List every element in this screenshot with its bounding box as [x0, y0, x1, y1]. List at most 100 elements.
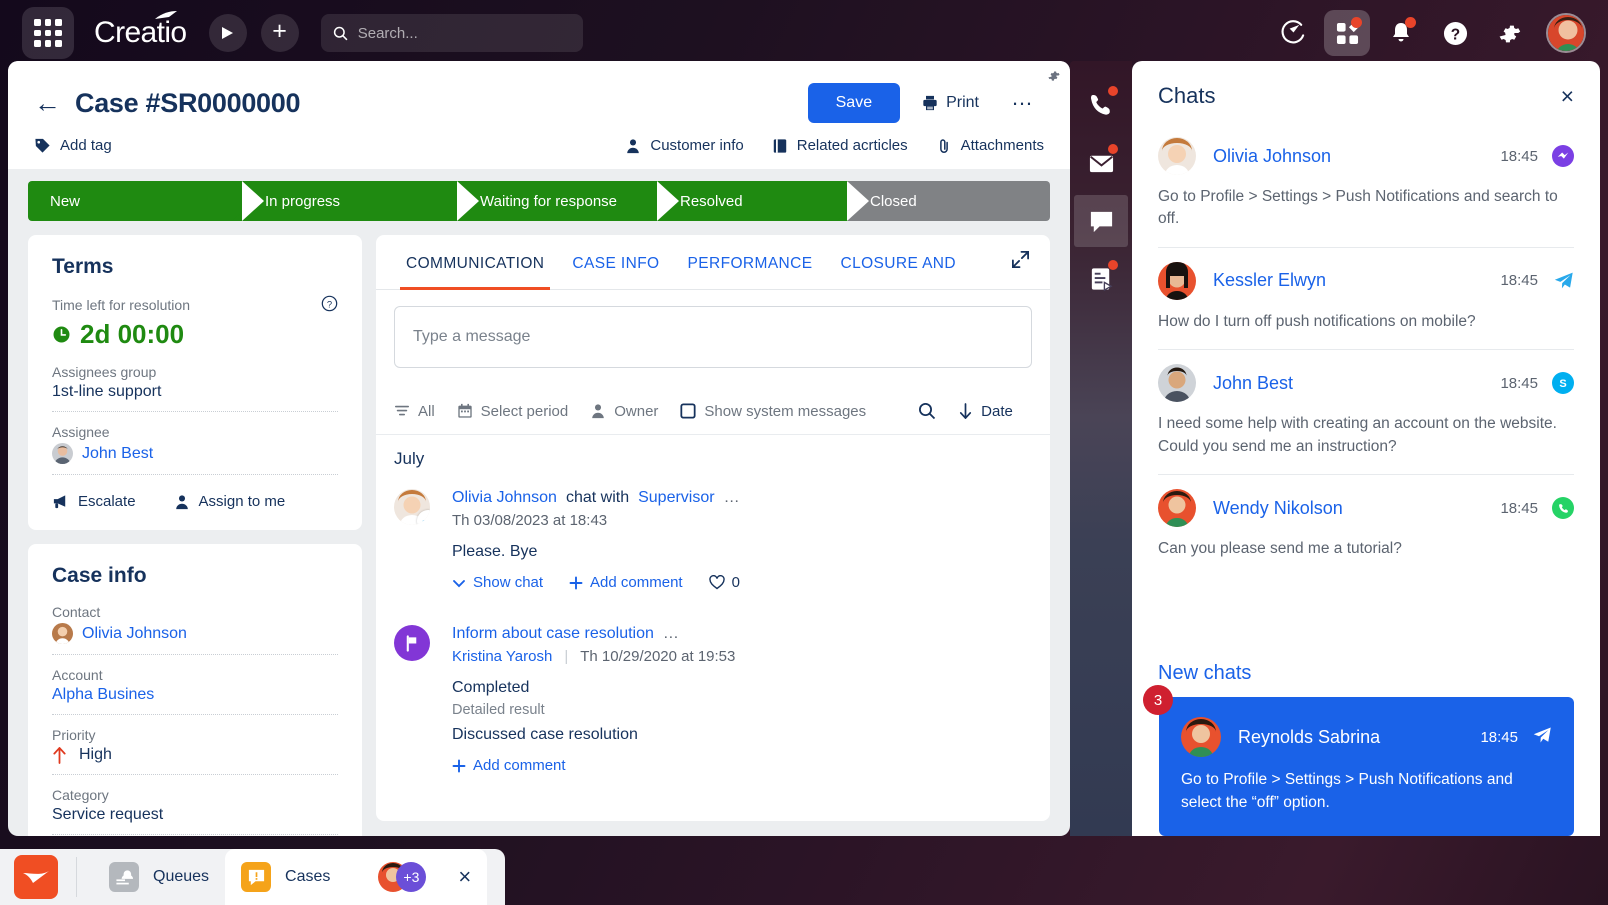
taskbar-avatars[interactable]: +3	[378, 862, 427, 892]
customer-info-link[interactable]: Customer info	[625, 137, 744, 154]
assign-to-me-button[interactable]: Assign to me	[174, 493, 285, 510]
person-icon	[592, 404, 605, 419]
chat-list-item[interactable]: Kessler Elwyn 18:45 How do I turn off pu…	[1158, 248, 1574, 351]
time-left-label: Time left for resolution	[52, 296, 190, 313]
search-input[interactable]	[357, 24, 571, 42]
print-button[interactable]: Print	[910, 86, 991, 120]
account-value[interactable]: Alpha Busines	[52, 686, 338, 714]
chat-list-item[interactable]: Olivia Johnson 18:45 Go to Profile > Set…	[1158, 123, 1574, 248]
back-arrow-icon[interactable]: ←	[34, 89, 61, 117]
tab-bar: COMMUNICATION CASE INFO PERFORMANCE CLOS…	[376, 235, 1050, 290]
chat-list-item[interactable]: Wendy Nikolson 18:45 Can you please send…	[1158, 475, 1574, 576]
chat-contact-name[interactable]: Kessler Elwyn	[1213, 270, 1326, 291]
stage-new[interactable]: New	[28, 181, 243, 221]
chat-contact-name[interactable]: Olivia Johnson	[1213, 146, 1331, 167]
feed-sort-date[interactable]: Date	[958, 403, 1013, 420]
gear-icon[interactable]	[1486, 10, 1532, 56]
user-avatar[interactable]	[1546, 13, 1586, 53]
creatio-ai-icon[interactable]	[1270, 10, 1316, 56]
attachments-link[interactable]: Attachments	[936, 137, 1044, 154]
rail-mail-button[interactable]	[1074, 137, 1128, 189]
filter-owner[interactable]: Owner	[590, 403, 658, 420]
entry-more-button[interactable]: …	[724, 489, 741, 507]
customer-info-label: Customer info	[650, 137, 744, 154]
entry-more-button[interactable]: …	[663, 625, 680, 643]
more-actions-button[interactable]: …	[1001, 85, 1044, 121]
phone-icon	[1091, 95, 1110, 115]
chat-message-preview: Go to Profile > Settings > Push Notifica…	[1158, 188, 1558, 228]
related-articles-link[interactable]: Related acrticles	[772, 137, 908, 154]
entry-body: Olivia Johnson chat with Supervisor … Th…	[452, 489, 1032, 591]
stage-in-progress[interactable]: In progress	[243, 181, 458, 221]
feed-month-header: July	[394, 449, 425, 468]
rail-phone-button[interactable]	[1074, 79, 1128, 131]
feed-entry: Inform about case resolution … Kristina …	[394, 625, 1032, 774]
entry-author[interactable]: Olivia Johnson	[452, 489, 557, 507]
taskbar-group: Queues Cases +3 ×	[0, 849, 506, 905]
feed-search-button[interactable]	[918, 402, 936, 420]
queues-icon	[109, 862, 139, 892]
brand-swoosh-icon	[154, 11, 177, 19]
rail-chat-button[interactable]	[1074, 195, 1128, 247]
card-settings-gear-icon[interactable]	[1047, 69, 1060, 87]
like-button[interactable]: 0	[708, 574, 740, 591]
taskbar-close-icon[interactable]: ×	[458, 866, 471, 888]
bell-icon[interactable]	[1378, 10, 1424, 56]
chat-contact-name[interactable]: John Best	[1213, 373, 1293, 394]
chat-list-item[interactable]: John Best 18:45 S I need some help with …	[1158, 350, 1574, 476]
entry-author[interactable]: Kristina Yarosh	[452, 648, 552, 665]
chats-list: Olivia Johnson 18:45 Go to Profile > Set…	[1132, 123, 1600, 648]
like-count: 0	[731, 574, 740, 591]
show-chat-button[interactable]: Show chat	[452, 574, 543, 591]
contact-value-row[interactable]: Olivia Johnson	[52, 623, 338, 654]
taskbar-cases-label: Cases	[285, 868, 331, 885]
help-circle-icon[interactable]: ?	[321, 295, 338, 317]
clock-icon	[53, 326, 70, 343]
rail-script-button[interactable]	[1074, 253, 1128, 305]
new-chat-card[interactable]: 3 Reynolds Sabrina 18:45 Go to Profile >…	[1143, 685, 1574, 836]
entry-title[interactable]: Inform about case resolution	[452, 625, 654, 643]
add-comment-button[interactable]: Add comment	[452, 757, 566, 774]
new-chats-section: New chats 3 Reynolds Sabrina 18:45 Go to…	[1132, 648, 1600, 836]
case-info-title: Case info	[52, 564, 147, 587]
entry-middle-text: chat with	[565, 489, 630, 506]
question-mark-icon: ?	[321, 295, 338, 312]
divider	[52, 411, 338, 412]
tab-closure-and[interactable]: CLOSURE AND	[826, 235, 970, 289]
stage-closed[interactable]: Closed	[848, 181, 1050, 221]
creatio-mark-icon[interactable]	[14, 855, 58, 899]
save-button[interactable]: Save	[807, 83, 901, 123]
apps-grid-icon[interactable]	[22, 7, 74, 59]
assignee-value-row[interactable]: John Best	[52, 443, 338, 474]
expand-icon[interactable]	[1011, 250, 1034, 274]
entry-target[interactable]: Supervisor	[638, 489, 714, 507]
close-icon[interactable]: ×	[1561, 84, 1574, 108]
chat-item-header: Wendy Nikolson 18:45	[1158, 489, 1574, 528]
top-navigation-bar: Creatio + Search... ?	[0, 0, 1608, 66]
time-left-row: Time left for resolution ?	[52, 295, 338, 317]
help-icon[interactable]: ?	[1432, 10, 1478, 56]
tab-case-info[interactable]: CASE INFO	[558, 235, 673, 289]
taskbar-item-cases[interactable]: Cases +3 ×	[225, 849, 488, 905]
stage-waiting-for-response[interactable]: Waiting for response	[458, 181, 658, 221]
add-tag-button[interactable]: Add tag	[34, 137, 112, 154]
entry-date: Th 03/08/2023 at 18:43	[452, 512, 608, 529]
escalate-button[interactable]: Escalate	[52, 493, 136, 510]
tab-communication[interactable]: COMMUNICATION	[392, 235, 558, 290]
search-icon	[919, 403, 936, 420]
message-input[interactable]: Type a message	[394, 306, 1032, 368]
chat-contact-name[interactable]: Wendy Nikolson	[1213, 498, 1343, 519]
filter-all[interactable]: All	[394, 403, 435, 420]
apps-squares-icon[interactable]	[1324, 10, 1370, 56]
add-comment-button[interactable]: Add comment	[569, 574, 683, 591]
filter-show-system-messages[interactable]: Show system messages	[680, 403, 866, 420]
brand-logo[interactable]: Creatio	[94, 11, 187, 50]
rail-badge	[1108, 260, 1118, 270]
global-search[interactable]	[320, 14, 583, 52]
filter-select-period[interactable]: Select period	[457, 403, 568, 420]
run-process-button[interactable]	[208, 14, 247, 52]
tab-performance[interactable]: PERFORMANCE	[674, 235, 827, 289]
stage-resolved[interactable]: Resolved	[658, 181, 848, 221]
add-button[interactable]: +	[260, 14, 299, 52]
taskbar-item-queues[interactable]: Queues	[93, 854, 225, 900]
